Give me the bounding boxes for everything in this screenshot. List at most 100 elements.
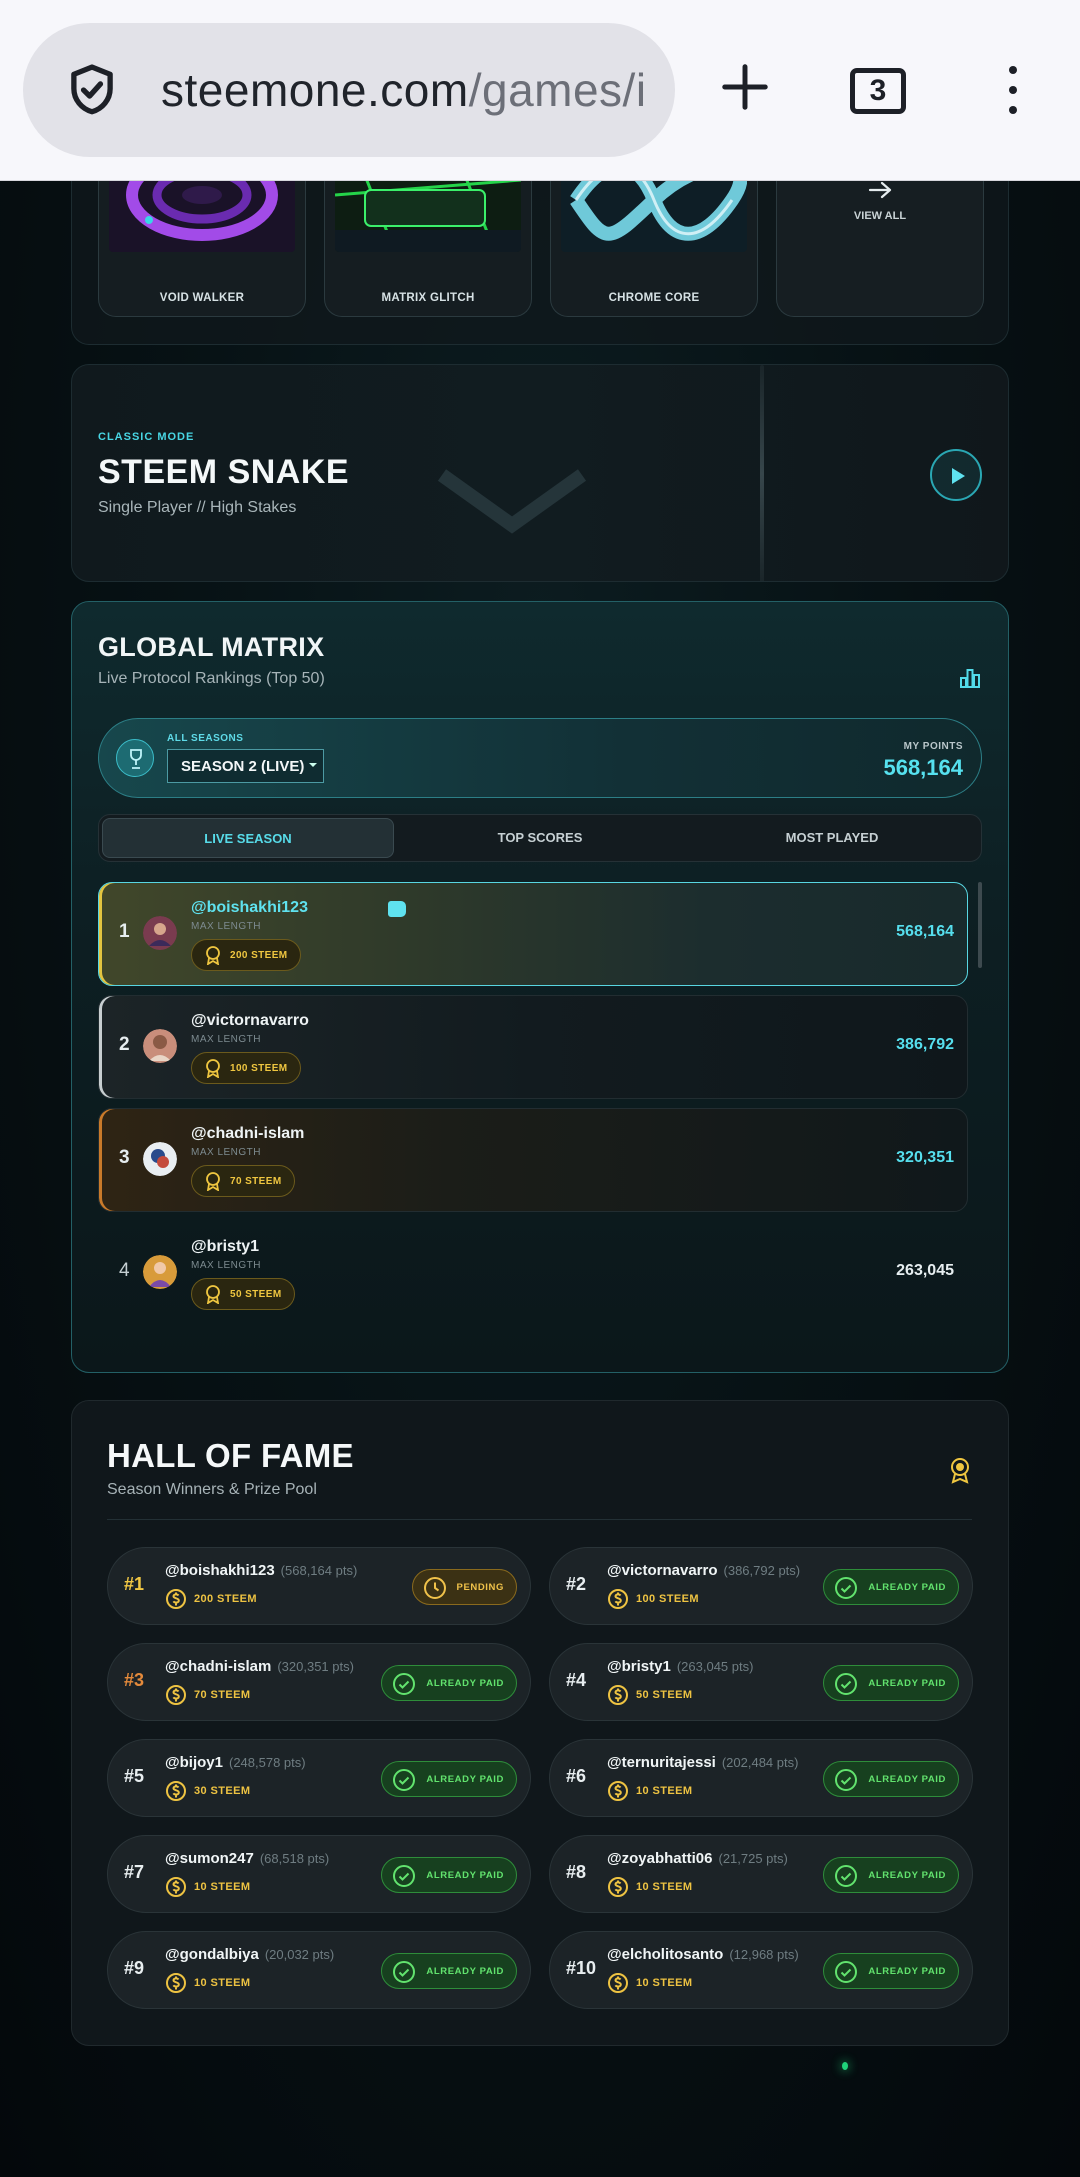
bar-chart-icon[interactable] [958, 666, 982, 690]
winner-prize: 200 STEEM [194, 1593, 257, 1605]
medal-icon [206, 946, 220, 965]
check-circle-icon [393, 1865, 416, 1887]
winner-name[interactable]: @gondalbiya (20,032 pts) [165, 1946, 334, 1963]
leaderboard-row[interactable]: 1 @boishakhi123 MAX LENGTH 200 STEEM 568… [98, 882, 968, 986]
check-circle-icon [393, 1769, 416, 1791]
decorative-glow [842, 2062, 848, 2070]
hero-title: STEEM SNAKE [98, 453, 350, 491]
winner-prize: 10 STEEM [194, 1881, 251, 1893]
season-dropdown[interactable]: SEASON 2 (LIVE) [167, 749, 324, 783]
winner-name[interactable]: @sumon247 (68,518 pts) [165, 1850, 329, 1867]
payout-status-badge: ALREADY PAID [823, 1761, 959, 1797]
hero-kicker: CLASSIC MODE [98, 431, 195, 443]
season-label: ALL SEASONS [167, 733, 244, 744]
tab-live-season[interactable]: LIVE SEASON [102, 818, 394, 858]
winner-rank: #9 [124, 1958, 145, 1978]
divider [107, 1519, 972, 1520]
winner-card[interactable]: #9 @gondalbiya (20,032 pts) 10 STEEM ALREADY… [107, 1931, 531, 2009]
rank-number: 2 [119, 1034, 130, 1055]
winner-points: (263,045 pts) [676, 1659, 754, 1674]
check-circle-icon [835, 1865, 858, 1887]
winner-rank: #2 [566, 1574, 587, 1594]
overflow-menu-icon[interactable] [1006, 66, 1020, 116]
clock-icon [423, 1577, 446, 1599]
avatar [143, 1255, 177, 1289]
winner-name[interactable]: @elcholitosanto (12,968 pts) [607, 1946, 799, 1963]
tab-switcher-button[interactable]: 3 [850, 68, 906, 114]
prize-badge: 200 STEEM [191, 939, 301, 971]
leaderboard-panel: GLOBAL MATRIX Live Protocol Rankings (To… [71, 601, 1009, 1373]
winner-points: (21,725 pts) [718, 1851, 788, 1866]
hall-of-fame-subtitle: Season Winners & Prize Pool [107, 1481, 317, 1498]
list-scrollbar[interactable] [978, 882, 982, 968]
winner-rank: #7 [124, 1862, 145, 1882]
winner-card[interactable]: #3 @chadni-islam (320,351 pts) 70 STEEM ALRE… [107, 1643, 531, 1721]
username[interactable]: @bristy1 [191, 1238, 259, 1256]
score-value: 263,045 [896, 1262, 954, 1279]
hero-subtitle: Single Player // High Stakes [98, 499, 297, 516]
winner-card[interactable]: #5 @bijoy1 (248,578 pts) 30 STEEM ALREADY PA… [107, 1739, 531, 1817]
payout-status-badge: ALREADY PAID [381, 1857, 517, 1893]
leaderboard-row[interactable]: 2 @victornavarro MAX LENGTH 100 STEEM 38… [98, 995, 968, 1099]
score-metric-label: MAX LENGTH [191, 1034, 262, 1045]
my-points-label: MY POINTS [903, 741, 963, 752]
rank-number: 4 [119, 1260, 130, 1281]
winner-points: (568,164 pts) [280, 1563, 358, 1578]
winner-name[interactable]: @zoyabhatti06 (21,725 pts) [607, 1850, 788, 1867]
game-hero-card[interactable]: CLASSIC MODE STEEM SNAKE Single Player /… [71, 364, 1009, 582]
new-tab-icon[interactable] [718, 60, 772, 114]
winner-card[interactable]: #10 @elcholitosanto (12,968 pts) 10 STEEM AL… [549, 1931, 973, 2009]
check-circle-icon [393, 1673, 416, 1695]
winner-name[interactable]: @boishakhi123 (568,164 pts) [165, 1562, 357, 1579]
play-button[interactable] [930, 449, 982, 501]
winner-card[interactable]: #1 @boishakhi123 (568,164 pts) 200 STEEM PEN… [107, 1547, 531, 1625]
winner-points: (320,351 pts) [277, 1659, 354, 1674]
winner-points: (386,792 pts) [723, 1563, 801, 1578]
winner-name[interactable]: @bristy1 (263,045 pts) [607, 1658, 753, 1675]
winner-card[interactable]: #6 @ternuritajessi (202,484 pts) 10 STEEM AL… [549, 1739, 973, 1817]
avatar [143, 1142, 177, 1176]
payout-status-badge: ALREADY PAID [381, 1761, 517, 1797]
winner-name[interactable]: @bijoy1 (248,578 pts) [165, 1754, 306, 1771]
decorative-chevron [437, 469, 587, 534]
rank-number: 3 [119, 1147, 130, 1168]
coin-icon [608, 1781, 628, 1801]
winner-card[interactable]: #2 @victornavarro (386,792 pts) 100 STEEM AL… [549, 1547, 973, 1625]
address-bar[interactable]: steemone.com/games/i [23, 23, 675, 157]
rank-number: 1 [119, 921, 130, 942]
winner-name[interactable]: @chadni-islam (320,351 pts) [165, 1658, 354, 1675]
coin-icon [166, 1781, 186, 1801]
check-circle-icon [835, 1961, 858, 1983]
score-metric-label: MAX LENGTH [191, 1147, 262, 1158]
tab-top-scores[interactable]: TOP SCORES [394, 818, 686, 858]
winner-rank: #10 [566, 1958, 597, 1978]
tag-icon [388, 901, 406, 917]
score-metric-label: MAX LENGTH [191, 1260, 262, 1271]
winner-points: (12,968 pts) [729, 1947, 799, 1962]
leaderboard-row[interactable]: 3 @chadni-islam MAX LENGTH 70 STEEM 320,… [98, 1108, 968, 1212]
leaderboard-tabs: LIVE SEASON TOP SCORES MOST PLAYED [98, 814, 982, 862]
winner-card[interactable]: #7 @sumon247 (68,518 pts) 10 STEEM ALREADY P… [107, 1835, 531, 1913]
leaderboard-row[interactable]: 4 @bristy1 MAX LENGTH 50 STEEM 263,045 [98, 1221, 968, 1325]
winner-card[interactable]: #8 @zoyabhatti06 (21,725 pts) 10 STEEM ALREA… [549, 1835, 973, 1913]
shield-check-icon[interactable] [63, 61, 121, 119]
url-text: steemone.com/games/i [161, 64, 647, 116]
coin-icon [166, 1685, 186, 1705]
winner-name[interactable]: @ternuritajessi (202,484 pts) [607, 1754, 798, 1771]
avatar [143, 916, 177, 950]
winner-card[interactable]: #4 @bristy1 (263,045 pts) 50 STEEM ALREADY P… [549, 1643, 973, 1721]
coin-icon [608, 1685, 628, 1705]
my-points-value: 568,164 [883, 755, 963, 780]
game-title: VOID WALKER [159, 292, 245, 304]
season-selector-bar: ALL SEASONS SEASON 2 (LIVE) MY POINTS 56… [98, 718, 982, 798]
winner-points: (202,484 pts) [721, 1755, 799, 1770]
username[interactable]: @chadni-islam [191, 1125, 304, 1143]
medal-icon [206, 1172, 220, 1191]
coin-icon [166, 1973, 186, 1993]
username[interactable]: @victornavarro [191, 1012, 309, 1030]
username[interactable]: @boishakhi123 [191, 899, 308, 917]
tab-most-played[interactable]: MOST PLAYED [686, 818, 978, 858]
trophy-icon [116, 739, 154, 777]
winner-name[interactable]: @victornavarro (386,792 pts) [607, 1562, 800, 1579]
winner-prize: 10 STEEM [636, 1881, 693, 1893]
